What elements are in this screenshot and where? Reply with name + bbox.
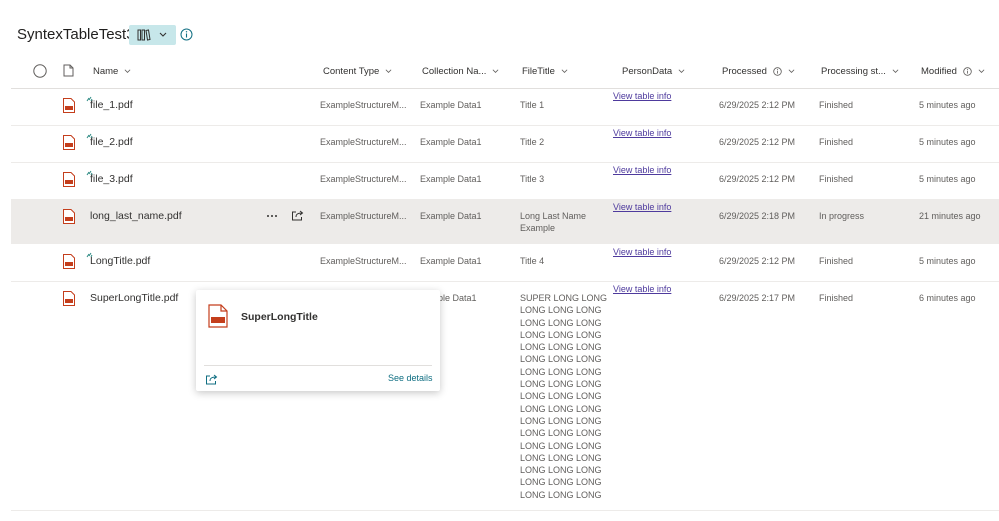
library-view-icon: [137, 29, 151, 41]
modified-cell: 5 minutes ago: [919, 174, 976, 184]
share-icon[interactable]: [291, 209, 304, 221]
processed-cell: 6/29/2025 2:12 PM: [719, 100, 796, 110]
status-cell: Finished: [819, 137, 854, 147]
chevron-down-icon: [892, 68, 899, 73]
column-header-name[interactable]: Name: [93, 58, 131, 84]
chevron-down-icon: [159, 32, 167, 37]
pdf-icon: [63, 98, 75, 113]
select-all-circle-icon[interactable]: [33, 64, 47, 78]
file-name-link[interactable]: LongTitle.pdf: [90, 255, 150, 267]
more-actions-icon[interactable]: [266, 214, 278, 218]
view-table-info-link[interactable]: View table info: [613, 91, 671, 101]
view-table-info-link[interactable]: View table info: [613, 128, 671, 138]
file-title-cell: Title 1: [520, 100, 545, 110]
file-title-cell: Long Last Name: [520, 211, 587, 221]
content-type-cell: ExampleStructureM...: [320, 174, 407, 184]
content-type-cell: ExampleStructureM...: [320, 100, 407, 110]
file-hover-card: SuperLongTitle See details: [196, 290, 440, 391]
content-type-cell: ExampleStructureM...: [320, 211, 407, 221]
column-header-modified[interactable]: Modified: [921, 58, 985, 84]
pdf-icon: [63, 291, 75, 306]
processed-cell: 6/29/2025 2:18 PM: [719, 211, 796, 221]
chevron-down-icon: [492, 68, 499, 73]
chevron-down-icon: [561, 68, 568, 73]
status-cell: Finished: [819, 100, 854, 110]
modified-cell: 5 minutes ago: [919, 100, 976, 110]
collection-cell: Example Data1: [420, 100, 482, 110]
chevron-down-icon: [978, 68, 985, 73]
modified-cell: 5 minutes ago: [919, 137, 976, 147]
column-header-processing-status[interactable]: Processing st...: [821, 58, 899, 84]
chevron-down-icon: [124, 68, 131, 73]
file-name-link[interactable]: file_2.pdf: [90, 136, 133, 148]
processed-cell: 6/29/2025 2:12 PM: [719, 256, 796, 266]
info-icon: [963, 66, 972, 76]
file-title-cell: Title 2: [520, 137, 545, 147]
content-type-cell: ExampleStructureM...: [320, 256, 407, 266]
view-table-info-link[interactable]: View table info: [613, 247, 671, 257]
pdf-icon: [63, 209, 75, 224]
page-title: SyntexTableTest3: [17, 26, 135, 43]
processed-cell: 6/29/2025 2:17 PM: [719, 293, 796, 303]
chevron-down-icon: [788, 68, 795, 73]
file-name-link[interactable]: long_last_name.pdf: [90, 210, 182, 222]
file-type-icon[interactable]: [63, 64, 74, 77]
share-icon[interactable]: [205, 373, 218, 385]
collection-cell: Example Data1: [420, 174, 482, 184]
pdf-icon: [63, 135, 75, 150]
table-row[interactable]: [11, 282, 999, 511]
processed-cell: 6/29/2025 2:12 PM: [719, 174, 796, 184]
content-type-cell: ExampleStructureM...: [320, 137, 407, 147]
column-header-content-type[interactable]: Content Type: [323, 58, 392, 84]
pdf-icon: [63, 172, 75, 187]
column-header-processed[interactable]: Processed: [722, 58, 795, 84]
collection-cell: Example Data1: [420, 256, 482, 266]
status-cell: In progress: [819, 211, 865, 221]
info-icon: [773, 66, 782, 76]
modified-cell: 6 minutes ago: [919, 293, 976, 303]
collection-cell: Example Data1: [420, 137, 482, 147]
column-header-collection-name[interactable]: Collection Na...: [422, 58, 499, 84]
column-header-persondata[interactable]: PersonData: [622, 58, 685, 84]
status-cell: Finished: [819, 256, 854, 266]
table-row[interactable]: [11, 200, 999, 244]
modified-cell: 5 minutes ago: [919, 256, 976, 266]
status-cell: Finished: [819, 293, 854, 303]
view-table-info-link[interactable]: View table info: [613, 284, 671, 294]
view-switcher-button[interactable]: [129, 25, 176, 45]
file-name-link[interactable]: file_1.pdf: [90, 99, 133, 111]
processed-cell: 6/29/2025 2:12 PM: [719, 137, 796, 147]
hover-card-title[interactable]: SuperLongTitle: [241, 311, 318, 323]
collection-cell: ple Data1: [438, 293, 477, 303]
pdf-icon: [63, 254, 75, 269]
collection-cell: Example Data1: [420, 211, 482, 221]
hover-card-divider: [204, 365, 432, 366]
chevron-down-icon: [385, 68, 392, 73]
modified-cell: 21 minutes ago: [919, 211, 981, 221]
view-table-info-link[interactable]: View table info: [613, 165, 671, 175]
file-title-cell: Title 3: [520, 174, 545, 184]
pdf-icon: [208, 304, 228, 328]
file-title-cell: Title 4: [520, 256, 545, 266]
file-name-link[interactable]: file_3.pdf: [90, 173, 133, 185]
column-header-filetitle[interactable]: FileTitle: [522, 58, 568, 84]
status-cell: Finished: [819, 174, 854, 184]
file-title-cell-line2: Example: [520, 223, 556, 233]
file-title-cell: SUPER LONG LONG LONG LONG LONG LONG LONG…: [520, 293, 608, 500]
file-name-link[interactable]: SuperLongTitle.pdf: [90, 292, 178, 304]
info-icon[interactable]: [180, 28, 193, 41]
chevron-down-icon: [678, 68, 685, 73]
view-table-info-link[interactable]: View table info: [613, 202, 671, 212]
see-details-link[interactable]: See details: [388, 373, 433, 383]
